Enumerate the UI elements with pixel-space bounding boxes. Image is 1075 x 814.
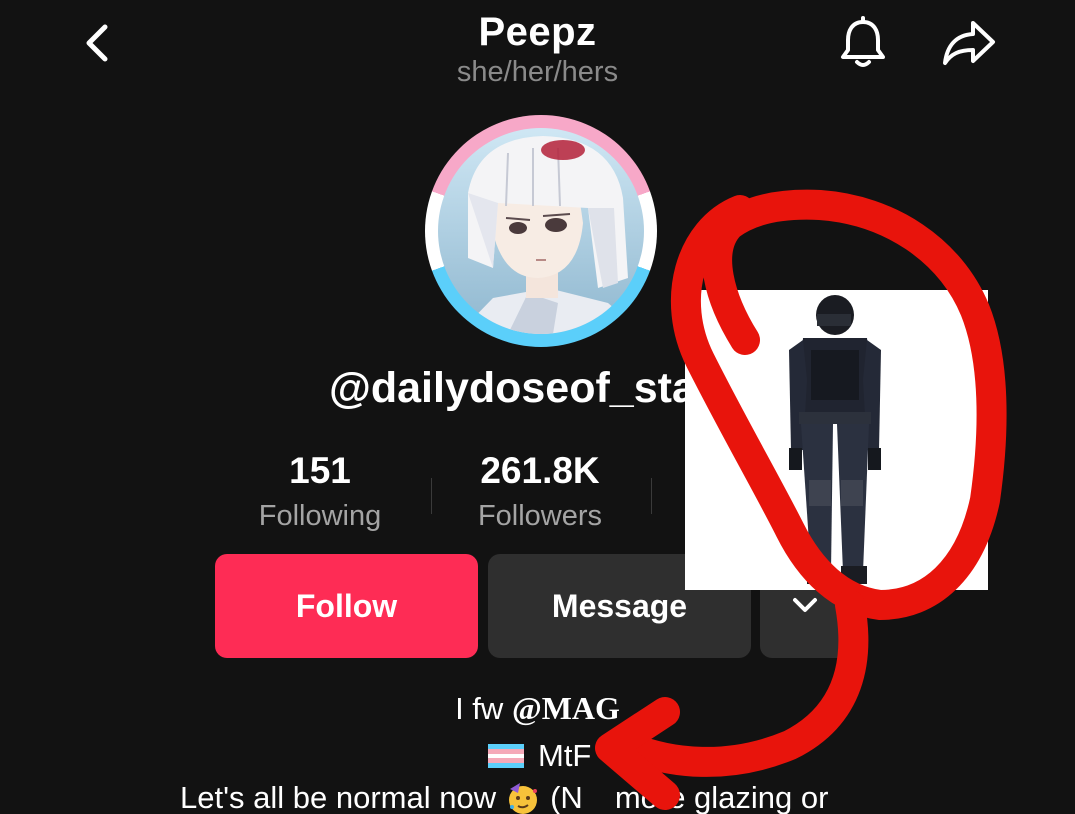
share-arrow-icon bbox=[943, 21, 995, 65]
bio-text: I fw bbox=[455, 691, 504, 726]
profile-avatar[interactable] bbox=[425, 115, 657, 347]
bio-mention-link[interactable]: @MAG bbox=[512, 690, 620, 726]
avatar-image bbox=[438, 128, 644, 334]
bio-line-1: I fw @MAG bbox=[0, 690, 1075, 727]
chevron-down-icon bbox=[793, 598, 817, 612]
trans-flag-icon bbox=[488, 744, 524, 768]
pronouns-label: she/her/hers bbox=[456, 56, 619, 88]
notification-button[interactable] bbox=[832, 12, 894, 74]
following-stat[interactable]: 151 Following bbox=[210, 450, 430, 533]
bell-icon bbox=[841, 16, 885, 67]
bio-text: (N bbox=[550, 780, 583, 814]
followers-count: 261.8K bbox=[480, 450, 600, 491]
bio-line-2: MtF bbox=[488, 738, 591, 774]
share-button[interactable] bbox=[938, 12, 1000, 74]
following-count: 151 bbox=[289, 450, 351, 491]
soldier-figure-image bbox=[789, 295, 881, 584]
bio-text: more glazing or bbox=[614, 780, 829, 814]
bio-text: Let's all be normal now bbox=[180, 780, 497, 814]
bio-line-3: Let's all be normal now (N more glazing … bbox=[180, 780, 828, 814]
follow-button[interactable]: Follow bbox=[215, 554, 478, 658]
bio-text: MtF bbox=[538, 738, 592, 773]
following-label: Following bbox=[258, 500, 382, 532]
stat-divider bbox=[651, 478, 652, 514]
followers-label: Followers bbox=[477, 500, 603, 532]
page-title: Peepz bbox=[478, 10, 597, 54]
party-face-emoji-icon bbox=[509, 783, 538, 814]
overlay-photo bbox=[685, 290, 988, 590]
followers-stat[interactable]: 261.8K Followers bbox=[430, 450, 650, 533]
